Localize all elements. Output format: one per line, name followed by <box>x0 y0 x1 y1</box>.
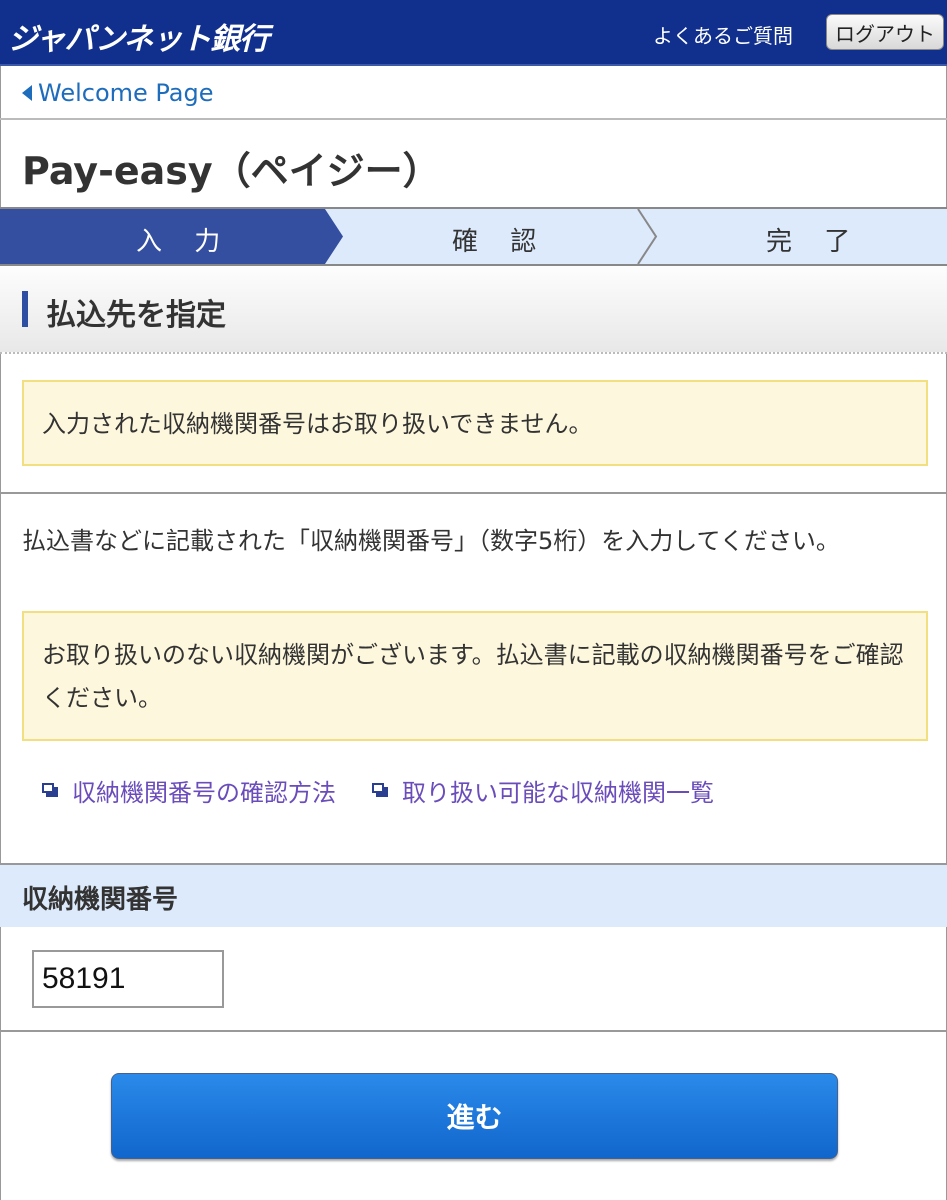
step-confirm: 確 認 <box>452 227 549 257</box>
field-label-row: 収納機関番号 <box>0 865 947 927</box>
header: ジャパンネット銀行 よくあるご質問 ログアウト <box>0 0 947 66</box>
progress-steps: 入 力 確 認 完 了 <box>0 207 947 266</box>
new-window-icon <box>372 782 390 799</box>
step-input: 入 力 <box>136 227 233 257</box>
institution-list-label: 取り扱い可能な収納機関一覧 <box>402 779 714 807</box>
step-complete: 完 了 <box>766 227 863 257</box>
divider <box>0 492 947 494</box>
institution-number-label: 収納機関番号 <box>22 885 179 915</box>
logout-button[interactable]: ログアウト <box>826 14 944 50</box>
proceed-button[interactable]: 進む <box>111 1073 838 1159</box>
section-header: 払込先を指定 <box>0 266 947 354</box>
page-title: Pay-easy（ペイジー） <box>22 149 441 193</box>
section-title: 払込先を指定 <box>46 298 226 333</box>
welcome-page-label: Welcome Page <box>38 79 214 107</box>
welcome-page-link[interactable]: Welcome Page <box>22 79 214 107</box>
bank-logo[interactable]: ジャパンネット銀行 <box>8 14 269 58</box>
how-to-check-label: 収納機関番号の確認方法 <box>72 779 336 807</box>
breadcrumb: Welcome Page <box>0 66 947 120</box>
faq-link[interactable]: よくあるご質問 <box>653 20 793 49</box>
new-window-icon <box>42 782 60 799</box>
caret-left-icon <box>22 85 32 101</box>
info-notice: お取り扱いのない収納機関がございます。払込書に記載の収納機関番号をご確認ください… <box>22 611 928 741</box>
instruction-text: 払込書などに記載された「収納機関番号」（数字5桁）を入力してください。 <box>22 527 840 555</box>
help-links: 収納機関番号の確認方法 取り扱い可能な収納機関一覧 <box>42 773 714 808</box>
institution-list-link[interactable]: 取り扱い可能な収納機関一覧 <box>372 773 714 808</box>
how-to-check-link[interactable]: 収納機関番号の確認方法 <box>42 773 336 808</box>
step-separator <box>637 209 658 264</box>
section-accent-bar <box>22 291 28 327</box>
institution-number-input[interactable] <box>32 950 224 1008</box>
divider <box>0 1030 947 1032</box>
error-notice: 入力された収納機関番号はお取り扱いできません。 <box>22 380 928 466</box>
